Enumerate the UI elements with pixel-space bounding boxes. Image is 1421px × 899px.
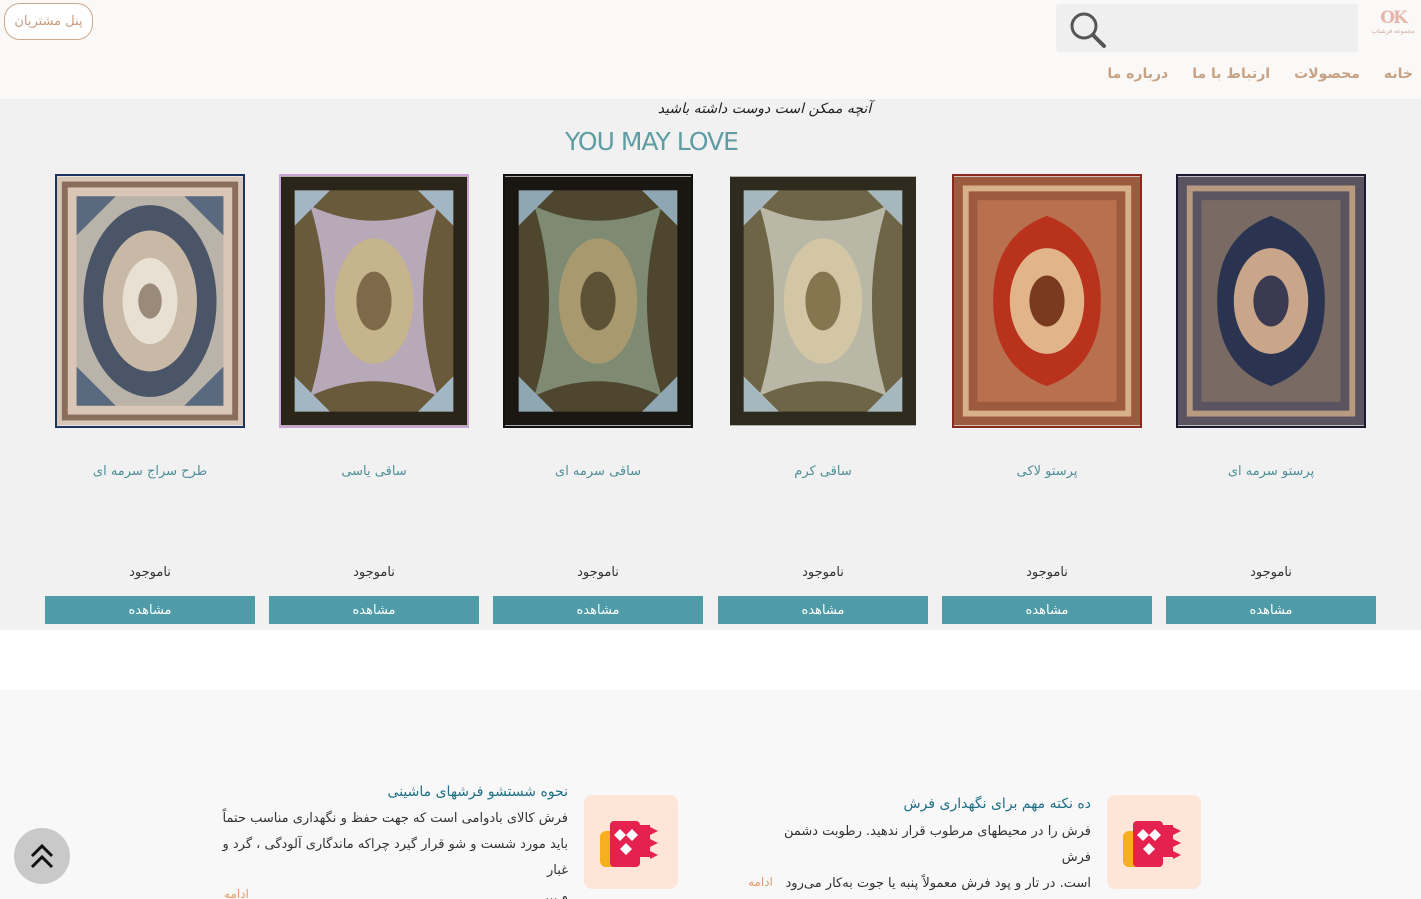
- excerpt-line: فرش کالای بادوامی است که جهت حفظ و نگهدا…: [222, 811, 568, 826]
- product-image[interactable]: [279, 174, 469, 428]
- carpet-logo-icon: [1123, 821, 1181, 867]
- section-title: YOU MAY LOVE: [565, 127, 739, 156]
- site-logo[interactable]: OK مجموعه فرشتاپ: [1368, 8, 1418, 44]
- blog-post-excerpt: فرش را در محیطهای مرطوب قرار ندهید. رطوب…: [751, 819, 1091, 897]
- excerpt-line: باید مورد شست و شو قرار گیرد چراکه ماندگ…: [222, 837, 568, 878]
- product-card[interactable]: پرستو لاکی ناموجود مشاهده: [942, 174, 1152, 629]
- product-card[interactable]: ساقی یاسی ناموجود مشاهده: [269, 174, 479, 629]
- stock-status: ناموجود: [1250, 565, 1292, 580]
- logo-mark: OK: [1380, 8, 1408, 28]
- product-image[interactable]: [952, 174, 1142, 428]
- rug-image: [730, 176, 916, 426]
- product-name[interactable]: ساقی یاسی: [269, 464, 479, 479]
- read-more-link[interactable]: ادامه: [748, 875, 773, 889]
- rug-image: [505, 176, 691, 426]
- recommended-products-section: آنچه ممکن است دوست داشته باشید YOU MAY L…: [0, 99, 1421, 630]
- stock-status: ناموجود: [577, 565, 619, 580]
- product-card[interactable]: پرستو سرمه ای ناموجود مشاهده: [1166, 174, 1376, 629]
- scroll-to-top-button[interactable]: [14, 828, 70, 884]
- product-name[interactable]: پرستو سرمه ای: [1166, 464, 1376, 479]
- product-name[interactable]: ساقی کرم: [718, 464, 928, 479]
- blog-thumbnail[interactable]: [1107, 795, 1201, 889]
- nav-item-contact[interactable]: ارتباط با ما: [1192, 66, 1270, 82]
- product-card[interactable]: ساقی کرم ناموجود مشاهده: [718, 174, 928, 629]
- blog-post-title[interactable]: نحوه شستشو فرشهای ماشینی: [388, 784, 568, 800]
- rug-image: [281, 176, 467, 426]
- product-card[interactable]: طرح سراج سرمه ای ناموجود مشاهده: [45, 174, 255, 629]
- blog-section: ده نکته مهم برای نگهداری فرش فرش را در م…: [0, 690, 1421, 899]
- site-header: پنل مشتریان OK مجموعه فرشتاپ خانه محصولا…: [0, 0, 1421, 99]
- nav-item-products[interactable]: محصولات: [1294, 66, 1360, 82]
- nav-item-about[interactable]: درباره ما: [1107, 66, 1168, 82]
- product-name[interactable]: پرستو لاکی: [942, 464, 1152, 479]
- excerpt-line: است. در تار و پود فرش معمولاً پنبه یا جو…: [785, 876, 1091, 891]
- rug-image: [57, 176, 243, 426]
- stock-status: ناموجود: [129, 565, 171, 580]
- excerpt-line: و ...: [545, 889, 568, 899]
- product-card[interactable]: ساقی سرمه ای ناموجود مشاهده: [493, 174, 703, 629]
- view-button[interactable]: مشاهده: [45, 596, 255, 624]
- rug-image: [1178, 176, 1364, 426]
- stock-status: ناموجود: [1026, 565, 1068, 580]
- view-button[interactable]: مشاهده: [493, 596, 703, 624]
- stock-status: ناموجود: [353, 565, 395, 580]
- blog-post-title[interactable]: ده نکته مهم برای نگهداری فرش: [904, 796, 1091, 812]
- stock-status: ناموجود: [802, 565, 844, 580]
- view-button[interactable]: مشاهده: [942, 596, 1152, 624]
- double-chevron-up-icon: [30, 843, 54, 869]
- logo-subtitle: مجموعه فرشتاپ: [1371, 28, 1415, 35]
- search-box[interactable]: [1056, 4, 1358, 52]
- view-button[interactable]: مشاهده: [269, 596, 479, 624]
- product-image[interactable]: [55, 174, 245, 428]
- product-image[interactable]: [503, 174, 693, 428]
- blog-post-excerpt: فرش کالای بادوامی است که جهت حفظ و نگهدا…: [208, 806, 568, 899]
- rug-image: [954, 176, 1140, 426]
- main-nav: خانه محصولات ارتباط با ما درباره ما: [1107, 66, 1413, 82]
- product-name[interactable]: طرح سراج سرمه ای: [45, 464, 255, 479]
- carpet-logo-icon: [600, 821, 658, 867]
- view-button[interactable]: مشاهده: [718, 596, 928, 624]
- excerpt-line: فرش را در محیطهای مرطوب قرار ندهید. رطوب…: [783, 824, 1091, 865]
- search-icon[interactable]: [1068, 10, 1108, 50]
- product-image[interactable]: [1176, 174, 1366, 428]
- read-more-link[interactable]: ادامه: [224, 887, 249, 899]
- product-name[interactable]: ساقی سرمه ای: [493, 464, 703, 479]
- view-button[interactable]: مشاهده: [1166, 596, 1376, 624]
- product-image[interactable]: [728, 174, 918, 428]
- blog-thumbnail[interactable]: [584, 795, 678, 889]
- customer-panel-button[interactable]: پنل مشتریان: [4, 3, 93, 40]
- nav-item-home[interactable]: خانه: [1384, 66, 1413, 82]
- section-tagline: آنچه ممکن است دوست داشته باشید: [657, 101, 872, 117]
